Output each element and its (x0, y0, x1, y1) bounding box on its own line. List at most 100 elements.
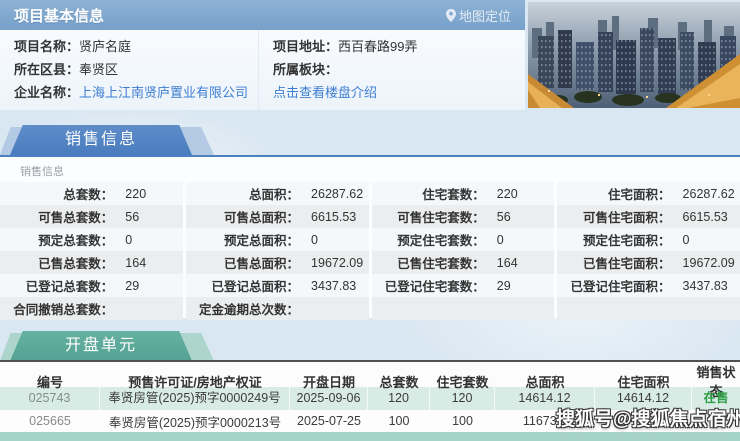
sales-field-label: 已售总套数： (38, 257, 114, 271)
next-row-edge-bar (0, 432, 740, 441)
project-district-row: 所在区县：奉贤区 (0, 58, 258, 81)
sales-field-value: 6615.53 (682, 209, 728, 224)
sales-row-cancelled: 合同撤销总套数： 定金逾期总次数： (0, 297, 740, 320)
unit-open-date: 2025-07-25 (297, 414, 361, 428)
sales-field-label: 已售住宅套数： (397, 257, 485, 271)
sales-info-panel: 销售信息 总套数： 220 总面积： 26287.62 住宅套数： 220 住宅面积：… (0, 157, 740, 320)
project-info-col-left: 项目名称：贤庐名庭 所在区县：奉贤区 企业名称：上海上江南贤庐置业有限公司 (0, 30, 258, 110)
sales-field-value: 0 (125, 232, 133, 247)
sales-field-label: 总面积： (249, 188, 300, 202)
unit-open-date: 2025-09-06 (290, 387, 368, 410)
map-pin-icon (445, 8, 456, 22)
sales-field-label: 总套数： (63, 188, 114, 202)
project-plate-row: 所属板块： (259, 58, 525, 81)
sales-field-label: 可售住宅面积： (583, 211, 671, 225)
sales-field-value: 26287.62 (311, 186, 364, 201)
sales-field-label: 已登记总面积： (211, 280, 300, 294)
project-address-row: 项目地址：西百春路99弄 (259, 35, 525, 58)
sales-cell: 合同撤销总套数： (0, 297, 183, 320)
sales-field-label: 可售住宅套数： (397, 211, 485, 225)
sales-cell: 已登记总面积： 3437.83 (185, 274, 369, 297)
map-locate-link[interactable]: 地图定位 (445, 6, 525, 25)
sales-cell: 总面积： 26287.62 (185, 182, 369, 205)
sales-field-value: 220 (125, 186, 147, 201)
sales-field-value: 19672.09 (311, 255, 364, 270)
sales-cell: 可售总套数： 56 (0, 205, 183, 228)
sales-cell: 已登记总套数： 29 (0, 274, 183, 297)
sales-row-available: 可售总套数： 56 可售总面积： 6615.53 可售住宅套数： 56 可售住宅面积：… (0, 205, 740, 228)
project-address-value: 西百春路99弄 (338, 39, 418, 54)
sales-row-reserved: 预定总套数： 0 预定总面积： 0 预定住宅套数： 0 预定住宅面积： 0 (0, 228, 740, 251)
sales-cell: 已售总面积： 19672.09 (185, 251, 369, 274)
sales-field-value: 56 (496, 209, 511, 224)
sales-cell: 已登记住宅面积： 3437.83 (557, 274, 740, 297)
sales-cell: 可售总面积： 6615.53 (185, 205, 369, 228)
sales-row-sold: 已售总套数： 164 已售总面积： 19672.09 已售住宅套数： 164 已售住宅… (0, 251, 740, 274)
sales-field-label: 合同撤销总套数： (13, 303, 114, 317)
sales-field-label: 已登记住宅套数： (384, 280, 485, 294)
sales-field-value: 164 (496, 255, 518, 270)
sales-subtitle: 销售信息 (20, 166, 64, 178)
sales-field-label: 预定总套数： (38, 234, 114, 248)
sales-field-label: 已售住宅面积： (583, 257, 671, 271)
unit-residential-units: 120 (430, 387, 495, 410)
project-name-row: 项目名称：贤庐名庭 (0, 35, 258, 58)
sales-field-label: 可售总面积： (224, 211, 300, 225)
sales-field-value: 164 (125, 255, 147, 270)
sales-field-label: 已登记总套数： (25, 280, 114, 294)
units-table-header: 编号 预售许可证/房地产权证 开盘日期 总套数 住宅套数 总面积 住宅面积 销售… (0, 362, 740, 399)
sales-field-value: 0 (311, 232, 318, 247)
sales-cell: 预定住宅面积： 0 (557, 228, 740, 251)
sales-cell: 已售住宅面积： 19672.09 (557, 251, 740, 274)
sales-field-label: 预定总面积： (224, 234, 300, 248)
sales-cell: 已售总套数： 164 (0, 251, 183, 274)
project-company-label: 企业名称： (14, 85, 80, 100)
sales-cell: 预定住宅套数： 0 (371, 228, 555, 251)
view-intro-link[interactable]: 点击查看楼盘介绍 (273, 85, 377, 100)
sales-field-value: 0 (682, 232, 690, 247)
unit-number: 025743 (0, 387, 100, 410)
map-locate-label: 地图定位 (458, 8, 511, 24)
project-intro-row: 点击查看楼盘介绍 (259, 81, 525, 104)
unit-residential-units: 100 (452, 414, 473, 428)
project-info-header: 项目基本信息 地图定位 (0, 0, 525, 30)
sales-cell (371, 297, 555, 320)
sales-cell: 定金逾期总次数： (185, 297, 369, 320)
sales-field-value: 3437.83 (682, 278, 728, 293)
sales-row-total: 总套数： 220 总面积： 26287.62 住宅套数： 220 住宅面积： 26287… (0, 182, 740, 205)
project-company-row: 企业名称：上海上江南贤庐置业有限公司 (0, 81, 258, 104)
unit-number: 025665 (29, 414, 71, 428)
sales-field-value: 29 (125, 278, 140, 293)
sales-cell: 总套数： 220 (0, 182, 183, 205)
sales-field-label: 可售总套数： (38, 211, 114, 225)
sohu-watermark: 搜狐号@搜狐焦点宿州站 (556, 409, 740, 430)
sales-cell (557, 297, 740, 320)
sales-field-label: 住宅套数： (422, 188, 485, 202)
sales-cell: 住宅套数： 220 (371, 182, 555, 205)
sales-field-label: 预定住宅套数： (397, 234, 485, 248)
opening-units-tab[interactable]: 开盘单元 (0, 331, 230, 361)
sales-field-value: 0 (496, 232, 504, 247)
sales-field-label: 住宅面积： (608, 188, 671, 202)
sales-field-label: 已登记住宅面积： (570, 280, 671, 294)
sales-field-value: 29 (496, 278, 511, 293)
project-company-link[interactable]: 上海上江南贤庐置业有限公司 (79, 85, 248, 100)
project-plate-label: 所属板块： (273, 62, 339, 77)
sales-field-label: 已售总面积： (224, 257, 300, 271)
sales-cell: 预定总面积： 0 (185, 228, 369, 251)
unit-permit: 奉贤房管(2025)预字0000213号 (108, 415, 282, 430)
unit-total-units: 120 (368, 387, 430, 410)
sales-cell: 已登记住宅套数： 29 (371, 274, 555, 297)
sales-cell: 已售住宅套数： 164 (371, 251, 555, 274)
project-info-title: 项目基本信息 (14, 7, 105, 25)
sales-tab-label: 销售信息 (10, 125, 192, 155)
sales-field-label: 预定住宅面积： (583, 234, 671, 248)
sales-field-value: 3437.83 (311, 278, 357, 293)
sales-info-tab[interactable]: 销售信息 (0, 125, 230, 155)
project-address-label: 项目地址： (273, 39, 339, 54)
sales-field-value: 56 (125, 209, 140, 224)
sales-row-registered: 已登记总套数： 29 已登记总面积： 3437.83 已登记住宅套数： 29 已登记住… (0, 274, 740, 297)
project-photo (528, 2, 740, 108)
units-tab-label: 开盘单元 (10, 331, 192, 361)
sales-cell: 可售住宅套数： 56 (371, 205, 555, 228)
